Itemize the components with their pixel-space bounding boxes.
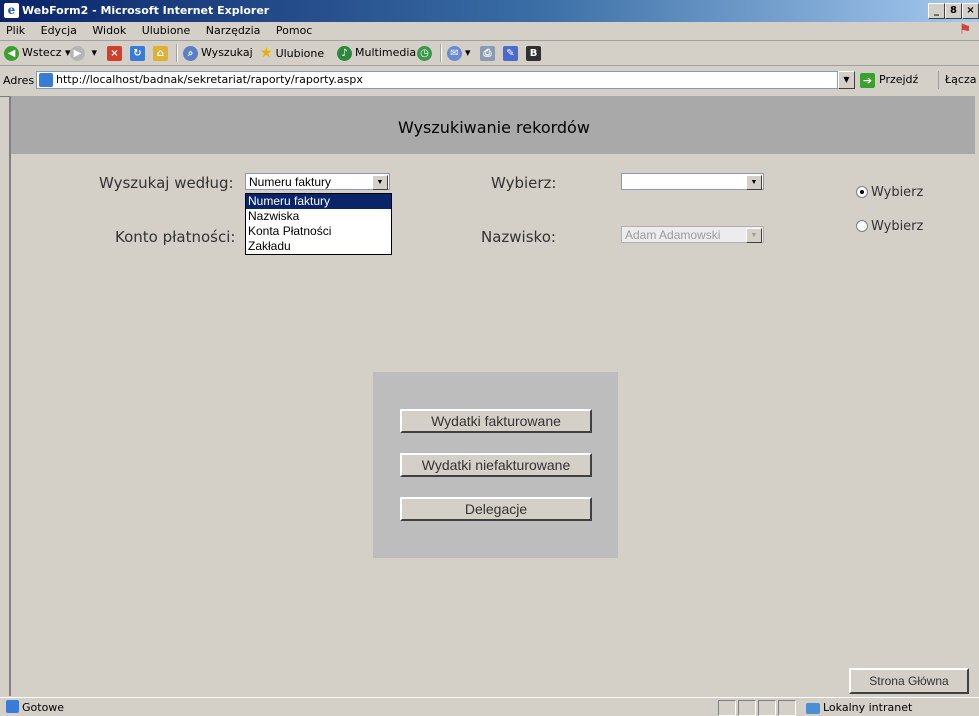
search-by-value: Numeru faktury (249, 175, 332, 189)
messenger-button[interactable]: B (526, 44, 541, 62)
page-header: Wyszukiwanie rekordów (11, 96, 977, 154)
home-page-button[interactable]: Strona Główna (849, 668, 969, 694)
search-by-label: Wyszukaj według: (99, 174, 234, 192)
status-text: Gotowe (22, 701, 65, 714)
choose-select[interactable]: ▼ (621, 173, 764, 190)
search-by-select[interactable]: Numeru faktury ▼ (245, 173, 390, 190)
status-pane (758, 700, 776, 716)
invoiced-expenses-button[interactable]: Wydatki fakturowane (400, 409, 592, 433)
choose-label: Wybierz: (491, 174, 557, 192)
option-konta-platnosci[interactable]: Konta Płatności (246, 224, 391, 239)
media-icon: ♪ (337, 45, 352, 61)
page-icon (39, 73, 53, 87)
radio-checked-icon (856, 185, 868, 198)
windows-logo-icon: ⚑ (958, 22, 972, 38)
menu-edycja[interactable]: Edycja (35, 22, 83, 37)
menu-narzedzia[interactable]: Narzędzia (200, 22, 267, 37)
edit-icon: ✎ (503, 45, 518, 61)
minimize-button[interactable]: _ (928, 3, 945, 19)
page-title: Wyszukiwanie rekordów (398, 118, 590, 137)
search-button[interactable]: ⌕ Wyszukaj (183, 44, 253, 62)
security-zone: Lokalny intranet (806, 701, 912, 714)
account-label: Konto płatności: (115, 228, 236, 246)
toolbar: ◀ Wstecz ▾ ▶ ▾ × ↻ ⌂ ⌕ Wyszukaj ★ Ulubione … (0, 41, 979, 66)
stop-icon: × (107, 45, 122, 61)
radio-unchecked-icon (856, 219, 868, 232)
media-label: Multimedia (355, 46, 417, 59)
status-pane (778, 700, 796, 716)
back-button[interactable]: ◀ Wstecz ▾ (4, 44, 71, 62)
scrollbar[interactable] (975, 96, 979, 696)
radio-1-label: Wybierz (871, 185, 924, 200)
history-button[interactable]: ◷ (417, 44, 435, 62)
stop-button[interactable]: × (107, 44, 122, 62)
home-icon: ⌂ (153, 45, 168, 61)
surname-value: Adam Adamowski (625, 228, 721, 242)
star-icon: ★ (260, 45, 273, 61)
edit-button[interactable]: ✎ (503, 44, 518, 62)
chevron-down-icon: ▼ (746, 228, 762, 243)
search-by-dropdown-list: Numeru faktury Nazwiska Konta Płatności … (245, 193, 392, 255)
toolbar-separator (176, 44, 178, 62)
menu-widok[interactable]: Widok (86, 22, 132, 37)
option-numeru-faktury[interactable]: Numeru faktury (246, 194, 391, 209)
favorites-button[interactable]: ★ Ulubione (260, 44, 324, 62)
report-button-panel: Wydatki fakturowane Wydatki niefakturowa… (373, 372, 618, 558)
intranet-icon (806, 702, 820, 714)
radio-2-label: Wybierz (871, 219, 924, 234)
title-bar: e WebForm2 - Microsoft Internet Explorer… (0, 0, 979, 22)
maximize-button[interactable]: 8 (945, 3, 962, 19)
print-button[interactable]: ⎙ (480, 44, 495, 62)
close-button[interactable]: × (962, 3, 979, 19)
address-label: Adres (3, 74, 35, 87)
chevron-down-icon[interactable]: ▼ (372, 175, 388, 190)
mail-button[interactable]: ✉ ▾ (447, 44, 471, 62)
zone-label: Lokalny intranet (823, 701, 913, 714)
go-arrow-icon: ➔ (860, 72, 875, 88)
history-icon: ◷ (417, 45, 432, 61)
window-title: WebForm2 - Microsoft Internet Explorer (22, 4, 270, 17)
status-pane (738, 700, 756, 716)
menu-plik[interactable]: Plik (0, 22, 31, 37)
radio-option-1[interactable]: Wybierz (856, 185, 923, 200)
go-label: Przejdź (879, 73, 919, 86)
favorites-label: Ulubione (275, 47, 325, 60)
mail-icon: ✉ (447, 45, 462, 61)
status-pane (718, 700, 736, 716)
search-icon: ⌕ (183, 45, 198, 61)
menu-ulubione[interactable]: Ulubione (136, 22, 197, 37)
go-button[interactable]: ➔ Przejdź (860, 71, 918, 89)
toolbar-separator (440, 44, 442, 62)
address-url: http://localhost/badnak/sekretariat/rapo… (56, 73, 363, 86)
menu-bar: Plik Edycja Widok Ulubione Narzędzia Pom… (0, 22, 979, 41)
forward-arrow-icon: ▶ (70, 45, 85, 61)
back-label: Wstecz (22, 46, 62, 59)
media-button[interactable]: ♪ Multimedia (337, 44, 416, 62)
surname-select: Adam Adamowski ▼ (621, 226, 764, 243)
back-arrow-icon: ◀ (4, 45, 19, 61)
menu-pomoc[interactable]: Pomoc (270, 22, 318, 37)
home-button[interactable]: ⌂ (153, 44, 168, 62)
chevron-down-icon[interactable]: ▼ (746, 175, 762, 190)
radio-option-2[interactable]: Wybierz (856, 219, 923, 234)
page-status-icon (6, 700, 19, 713)
print-icon: ⎙ (480, 45, 495, 61)
address-dropdown-button[interactable]: ▼ (838, 71, 855, 89)
refresh-button[interactable]: ↻ (130, 44, 145, 62)
forward-button[interactable]: ▶ ▾ (70, 44, 97, 62)
status-bar: Gotowe Lokalny intranet (0, 697, 979, 716)
delegations-button[interactable]: Delegacje (400, 497, 592, 521)
option-nazwiska[interactable]: Nazwiska (246, 209, 391, 224)
surname-label: Nazwisko: (481, 228, 556, 246)
ie-icon: e (4, 3, 19, 18)
uninvoiced-expenses-button[interactable]: Wydatki niefakturowane (400, 453, 592, 477)
option-zakladu[interactable]: Zakładu (246, 239, 391, 254)
address-input[interactable]: http://localhost/badnak/sekretariat/rapo… (36, 71, 838, 89)
search-label: Wyszukaj (201, 46, 253, 59)
address-bar: Adres http://localhost/badnak/sekretaria… (0, 66, 979, 97)
links-button[interactable]: Łącza (938, 71, 977, 89)
refresh-icon: ↻ (130, 45, 145, 61)
messenger-icon: B (526, 45, 541, 61)
page-viewport: Wyszukiwanie rekordów Wyszukaj według: N… (9, 96, 977, 696)
